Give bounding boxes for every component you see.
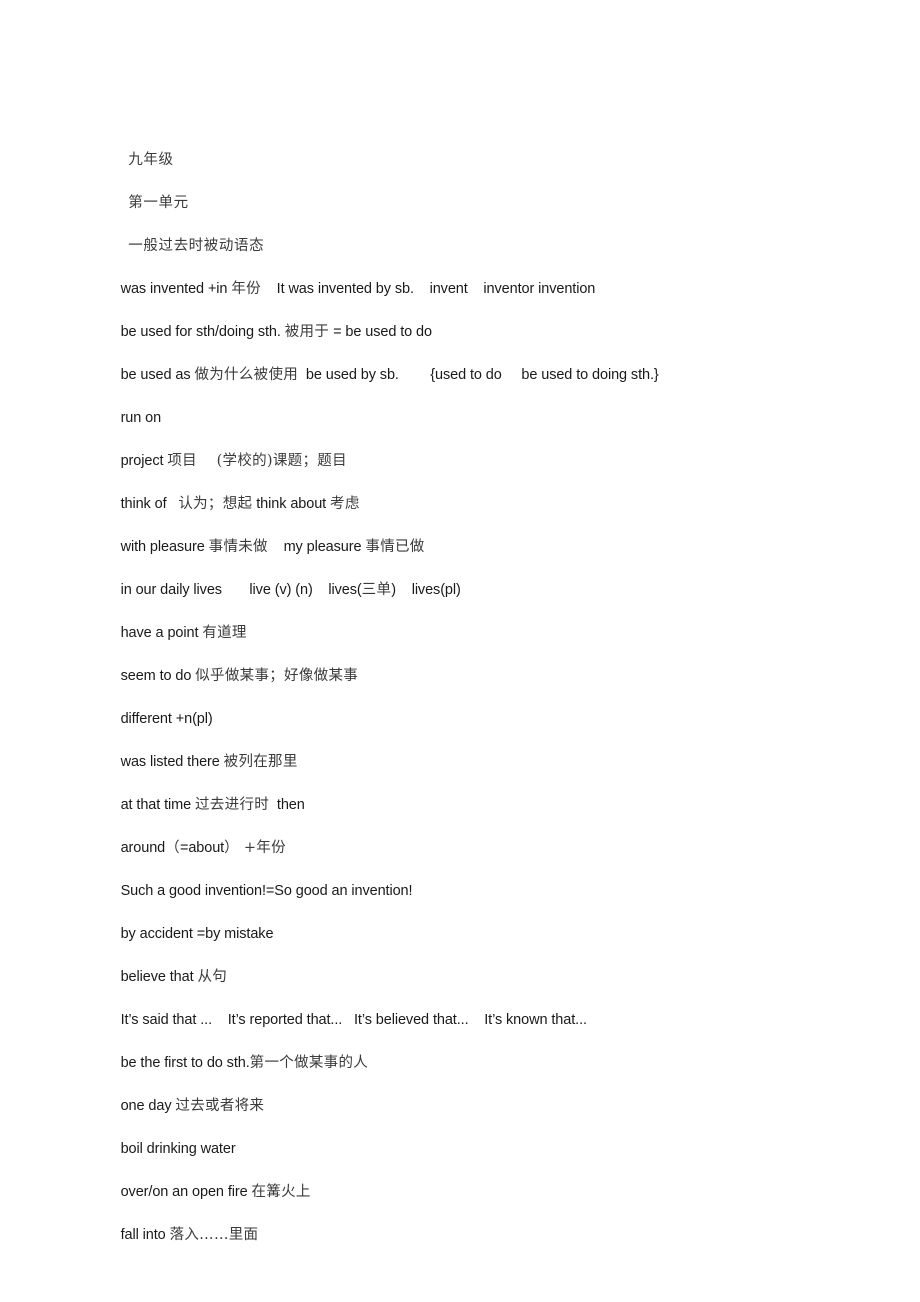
- note-en-part: be used for sth/doing sth.: [120, 324, 285, 340]
- heading-unit: 第一单元: [97, 139, 857, 211]
- note-en-part: at that time: [120, 797, 196, 813]
- note-cjk-part: （: [165, 840, 180, 856]
- note-en-part-2: ) lives(pl): [391, 582, 461, 598]
- note-cjk-part-2: 事情已做: [365, 539, 425, 555]
- note-cjk-part: 事情未做: [208, 539, 268, 555]
- note-en-part-2: think about: [252, 496, 331, 512]
- note-en-part: by accident =by mistake: [120, 926, 274, 942]
- note-en-part: project: [120, 453, 168, 469]
- heading-grade: 九年级: [97, 96, 857, 168]
- note-cjk-part: 被列在那里: [223, 754, 298, 770]
- note-en-part: around: [120, 840, 166, 856]
- note-en-part: run on: [120, 410, 162, 426]
- heading-grade-text: 九年级: [128, 152, 174, 168]
- note-en-part: be used as: [120, 367, 195, 383]
- note-en-part-2: It was invented by sb. invent inventor i…: [260, 281, 596, 297]
- note-en-part-2: =about: [179, 840, 225, 856]
- note-en-part: Such a good invention!=So good an invent…: [120, 883, 413, 899]
- note-cjk-part: 从句: [197, 969, 228, 985]
- note-en-part: with pleasure: [120, 539, 209, 555]
- note-cjk-part: 过去进行时: [195, 797, 270, 813]
- note-en-part-2: = be used to do: [329, 324, 432, 340]
- note-cjk-part: 似乎做某事；好像做某事: [195, 668, 359, 684]
- note-en-part: boil drinking water: [120, 1141, 236, 1157]
- note-cjk-part: 过去或者将来: [175, 1098, 265, 1114]
- note-body: 九年级 第一单元 一般过去时被动语态 was invented +in 年份 I…: [97, 96, 857, 1243]
- note-cjk-part: 有道理: [202, 625, 247, 641]
- note-cjk-part: 年份: [231, 281, 261, 297]
- note-cjk-part: 做为什么被使用: [194, 367, 299, 383]
- note-en-part: in our daily lives live (v) (n) lives(: [120, 582, 362, 598]
- note-en-part: believe that: [120, 969, 198, 985]
- note-line: project 项目 (学校的)课题；题目: [97, 397, 857, 469]
- note-en-part: different +n(pl): [120, 711, 213, 727]
- note-cjk-part: 在篝火上: [251, 1184, 311, 1200]
- note-en-part: have a point: [120, 625, 203, 641]
- note-en-part-2: my pleasure: [267, 539, 366, 555]
- note-en-part: one day: [120, 1098, 176, 1114]
- note-cjk-part: 项目 (学校的)课题；题目: [167, 453, 347, 469]
- heading-grammar-topic-text: 一般过去时被动语态: [128, 238, 265, 254]
- note-cjk-part: 落入……里面: [169, 1227, 259, 1243]
- note-cjk-part: 被用于: [284, 324, 330, 340]
- note-en-part: was listed there: [120, 754, 224, 770]
- note-en-part: seem to do: [120, 668, 196, 684]
- note-en-part: over/on an open fire: [120, 1184, 252, 1200]
- note-en-part: fall into: [120, 1227, 170, 1243]
- note-en-part-2: be used by sb. {used to do be used to do…: [298, 367, 659, 383]
- document-page: 九年级 第一单元 一般过去时被动语态 was invented +in 年份 I…: [0, 0, 920, 1302]
- note-cjk-part-2: 考虑: [330, 496, 360, 512]
- note-en-part: be the first to do sth.: [120, 1055, 250, 1071]
- heading-grammar-topic: 一般过去时被动语态: [97, 182, 857, 254]
- note-cjk-part: 认为；想起: [178, 496, 253, 512]
- note-cjk-part: 第一个做某事的人: [249, 1055, 369, 1071]
- heading-unit-text: 第一单元: [128, 195, 189, 211]
- note-en-part: It’s said that ... It’s reported that...…: [120, 1012, 587, 1028]
- note-en-part-2: then: [269, 797, 305, 813]
- note-cjk-part-2: ） +年份: [224, 840, 286, 856]
- note-en-part: think of: [120, 496, 179, 512]
- note-en-part: was invented +in: [120, 281, 232, 297]
- note-cjk-part: 三单: [361, 582, 392, 598]
